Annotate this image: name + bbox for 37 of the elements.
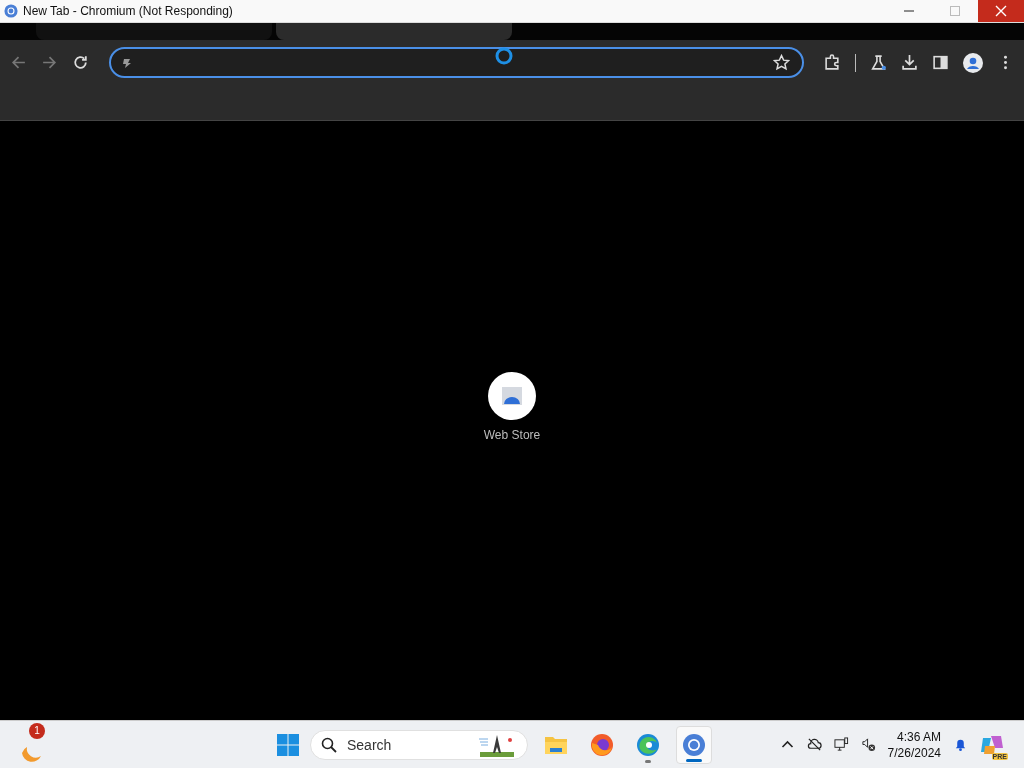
web-store-shortcut[interactable] [488, 371, 536, 420]
close-icon [995, 5, 1007, 17]
cloud-off-icon[interactable] [806, 737, 822, 752]
back-icon[interactable] [10, 54, 27, 71]
speaker-muted-icon[interactable] [860, 737, 876, 752]
clock-time: 4:36 AM [896, 728, 941, 745]
search-input[interactable]: Search [345, 735, 469, 754]
monitor-icon[interactable] [833, 737, 849, 752]
star-icon[interactable] [773, 54, 790, 71]
side-panel-icon[interactable] [932, 54, 949, 71]
weather-widget[interactable]: 1 [18, 722, 52, 767]
download-icon[interactable] [901, 54, 918, 71]
forward-icon[interactable] [41, 54, 58, 71]
chromium-logo-icon [682, 732, 706, 757]
start-icon[interactable] [276, 732, 300, 757]
bell-icon[interactable] [953, 737, 968, 752]
search-bar[interactable]: Search [310, 729, 528, 760]
clock-date: 7/26/2024 [887, 744, 941, 761]
copilot-icon [980, 733, 1004, 756]
wave-globe-icon [636, 732, 660, 757]
reload-icon[interactable] [72, 54, 89, 71]
maximize-icon [950, 6, 960, 16]
fox-globe-icon [590, 732, 614, 757]
window-title: New Tab - Chromium (Not Responding) [23, 4, 233, 18]
clock[interactable]: 4:36 AM 7/26/2024 [887, 728, 941, 761]
puzzle-icon[interactable] [824, 54, 841, 71]
profile-icon[interactable] [963, 52, 983, 73]
notification-badge: 1 [29, 722, 45, 739]
page-icon [121, 56, 133, 69]
chromium-app-button[interactable] [676, 725, 712, 764]
search-icon [321, 736, 337, 753]
address-bar[interactable] [109, 47, 804, 78]
busy-cursor-icon [494, 46, 514, 66]
flask-icon[interactable] [870, 54, 887, 71]
chromium-logo-icon [4, 4, 18, 18]
shortcut-label: Web Store [483, 427, 541, 442]
store-icon [501, 385, 523, 406]
